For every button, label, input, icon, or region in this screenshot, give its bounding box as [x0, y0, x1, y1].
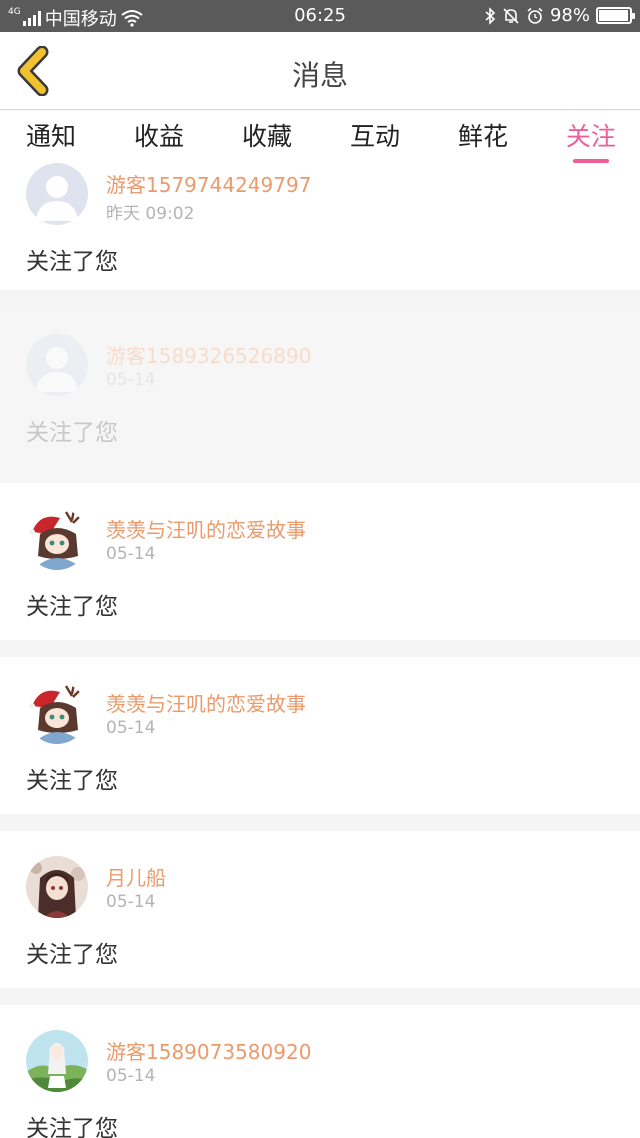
list-item[interactable]: 羡羡与汪叽的恋爱故事 05-14 关注了您: [0, 483, 640, 640]
list-item[interactable]: 月儿船 05-14 关注了您: [0, 831, 640, 988]
timestamp: 05-14: [106, 544, 156, 564]
avatar[interactable]: [26, 1030, 88, 1092]
avatar[interactable]: [26, 682, 88, 744]
list-item[interactable]: 游客1579744249797 昨天 09:02 关注了您: [0, 163, 640, 290]
anime-avatar-girl-icon: [26, 856, 88, 918]
user-name[interactable]: 羡羡与汪叽的恋爱故事: [106, 514, 306, 543]
timestamp: 昨天 09:02: [106, 204, 195, 224]
anime-avatar-christmas-icon: [26, 508, 88, 570]
timestamp: 05-14: [106, 718, 156, 738]
avatar[interactable]: [26, 334, 88, 396]
alarm-icon: [527, 7, 543, 24]
user-name[interactable]: 游客1589326526890: [106, 340, 311, 369]
message-text: 关注了您: [26, 420, 118, 446]
avatar[interactable]: [26, 856, 88, 918]
list-item[interactable]: 羡羡与汪叽的恋爱故事 05-14 关注了您: [0, 657, 640, 814]
tab-favorites[interactable]: 收藏: [242, 111, 292, 163]
battery-fill: [599, 10, 628, 21]
user-name[interactable]: 月儿船: [106, 862, 166, 891]
tab-earnings[interactable]: 收益: [134, 111, 184, 163]
page-title: 消息: [291, 59, 348, 92]
message-text: 关注了您: [26, 594, 118, 620]
tab-bar: 通知 收益 收藏 互动 鲜花 关注: [0, 111, 640, 163]
anime-avatar-christmas-icon: [26, 682, 88, 744]
timestamp: 05-14: [106, 892, 156, 912]
anime-avatar-landscape-icon: [26, 1030, 88, 1092]
user-name[interactable]: 游客1589073580920: [106, 1036, 311, 1065]
tab-flowers[interactable]: 鲜花: [458, 111, 508, 163]
message-text: 关注了您: [26, 942, 118, 968]
tab-interactions[interactable]: 互动: [350, 111, 400, 163]
follow-list: 游客1579744249797 昨天 09:02 关注了您 游客15893265…: [0, 163, 640, 1138]
user-name[interactable]: 羡羡与汪叽的恋爱故事: [106, 688, 306, 717]
tab-notifications[interactable]: 通知: [26, 111, 76, 163]
battery-icon: [596, 7, 635, 24]
battery-percent: 98%: [549, 5, 590, 26]
status-right: 98%: [484, 5, 635, 26]
message-text: 关注了您: [26, 249, 118, 275]
bluetooth-icon: [485, 6, 496, 25]
message-text: 关注了您: [26, 768, 118, 794]
user-name[interactable]: 游客1579744249797: [106, 169, 311, 198]
timestamp: 05-14: [106, 1066, 156, 1086]
default-avatar-icon: [26, 163, 88, 225]
default-avatar-icon: [26, 334, 88, 396]
timestamp: 05-14: [106, 370, 156, 390]
list-item[interactable]: 游客1589073580920 05-14 关注了您: [0, 1005, 640, 1138]
mute-icon: [503, 7, 519, 24]
avatar[interactable]: [26, 508, 88, 570]
list-item[interactable]: 游客1589326526890 05-14 关注了您: [0, 309, 640, 481]
status-bar: 4G 中国移动 06:25 98%: [0, 0, 640, 32]
avatar[interactable]: [26, 163, 88, 225]
message-text: 关注了您: [26, 1116, 118, 1138]
header: 消息: [0, 32, 640, 110]
tab-following[interactable]: 关注: [566, 111, 616, 163]
